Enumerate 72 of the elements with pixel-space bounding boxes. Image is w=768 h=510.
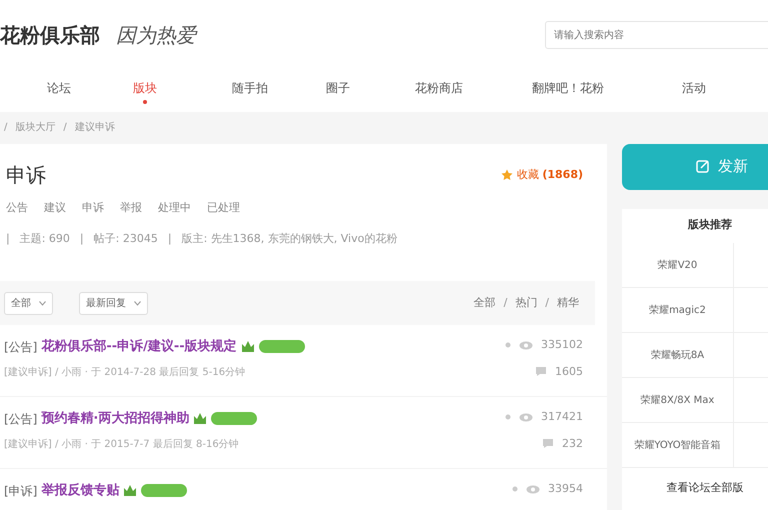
forum-stat: 版主: 先生1368, 东莞的钢铁大, Vivo的花粉 — [182, 230, 398, 246]
forum-link[interactable]: 荣耀YOYO智能音箱 — [622, 423, 734, 468]
sort-select[interactable]: 全部 — [4, 292, 53, 314]
post-meta: [建议申诉] / 小雨 · 于 2015-7-7 最后回复 8-16分钟 — [4, 438, 240, 452]
post-category: [公告] — [4, 338, 38, 356]
nav-tab[interactable]: 圈子 — [326, 79, 350, 97]
slogan: 因为热爱 — [116, 22, 196, 49]
favorite-link[interactable]: 收藏 (1868) — [516, 166, 583, 184]
label-tag-icon — [141, 484, 188, 498]
breadcrumb-separator: / — [4, 120, 8, 134]
post-category: [申诉] — [4, 482, 38, 500]
forum-stat: 主题: 690 — [20, 230, 70, 246]
sort-select[interactable]: 最新回复 — [79, 292, 148, 314]
nav-tab[interactable]: 版块 — [133, 79, 157, 97]
nav-tab[interactable]: 活动 — [682, 79, 706, 97]
caret-icon — [39, 300, 46, 306]
crown-icon — [123, 484, 138, 498]
eye-icon — [519, 412, 533, 422]
forum-link[interactable]: 荣耀magic2 — [622, 288, 734, 333]
caret-icon — [134, 300, 141, 306]
reply-count: 1605 — [555, 364, 583, 380]
filter-separator: / — [545, 294, 549, 311]
forum-stat: 帖子: 23045 — [94, 230, 158, 246]
panel-title: 版块推荐 — [687, 217, 733, 233]
eye-icon — [526, 484, 540, 494]
category-link[interactable]: 处理中 — [158, 200, 191, 216]
category-link[interactable]: 建议 — [44, 200, 66, 216]
nav-tab[interactable]: 论坛 — [47, 79, 71, 97]
category-link[interactable]: 举报 — [120, 200, 142, 216]
breadcrumb-separator: / — [63, 120, 67, 134]
post-category: [公告] — [4, 410, 38, 428]
label-tag-icon — [211, 412, 258, 426]
view-count: 317421 — [541, 409, 583, 425]
forum-link[interactable]: 荣耀畅玩8A — [622, 333, 734, 378]
post-meta: [建议申诉] / 小雨 · 于 2014-7-28 最后回复 5-16分钟 — [4, 366, 246, 380]
filter-link[interactable]: 热门 — [515, 294, 538, 312]
post-title[interactable]: 预约春精·两大招招得神助 — [41, 409, 190, 428]
nav-tab[interactable]: 翻牌吧！花粉 — [532, 79, 604, 97]
forum-title: 申诉 — [6, 162, 46, 189]
reply-count: 232 — [562, 436, 583, 452]
category-link[interactable]: 申诉 — [82, 200, 104, 216]
site-logo[interactable]: 花粉俱乐部 — [0, 20, 100, 50]
nav-tab[interactable]: 花粉商店 — [415, 79, 463, 97]
stat-separator: | — [80, 230, 84, 247]
crown-icon — [193, 412, 208, 426]
star-icon — [500, 169, 513, 181]
category-link[interactable]: 公告 — [6, 200, 28, 216]
post-title[interactable]: 花粉俱乐部--申诉/建议--版块规定 — [41, 337, 237, 356]
filter-separator: / — [504, 294, 508, 311]
edit-icon — [696, 158, 710, 173]
pin-icon — [512, 486, 518, 492]
search-field[interactable]: 请输入搜索内容 — [545, 21, 768, 49]
label-tag-icon — [258, 340, 305, 354]
filter-link[interactable]: 精华 — [557, 294, 579, 312]
forum-link[interactable]: 荣耀8X/8X Max — [622, 378, 734, 423]
view-count: 335102 — [541, 337, 583, 353]
post-title[interactable]: 举报反馈专贴 — [41, 481, 120, 500]
pin-icon — [505, 342, 511, 348]
crown-icon — [240, 340, 255, 354]
stat-separator: | — [6, 230, 10, 247]
forum-link[interactable]: 荣耀V20 — [622, 243, 734, 288]
all-forums-link[interactable]: 查看论坛全部版 — [622, 468, 768, 496]
filter-link[interactable]: 全部 — [474, 294, 496, 312]
comment-icon — [542, 438, 554, 450]
active-dot — [143, 100, 147, 104]
nav-tab[interactable]: 随手拍 — [232, 79, 268, 97]
view-count: 33954 — [548, 481, 583, 497]
eye-icon — [519, 340, 533, 350]
stat-separator: | — [168, 230, 172, 247]
comment-icon — [535, 366, 547, 378]
category-link[interactable]: 已处理 — [207, 200, 240, 216]
pin-icon — [505, 414, 511, 420]
